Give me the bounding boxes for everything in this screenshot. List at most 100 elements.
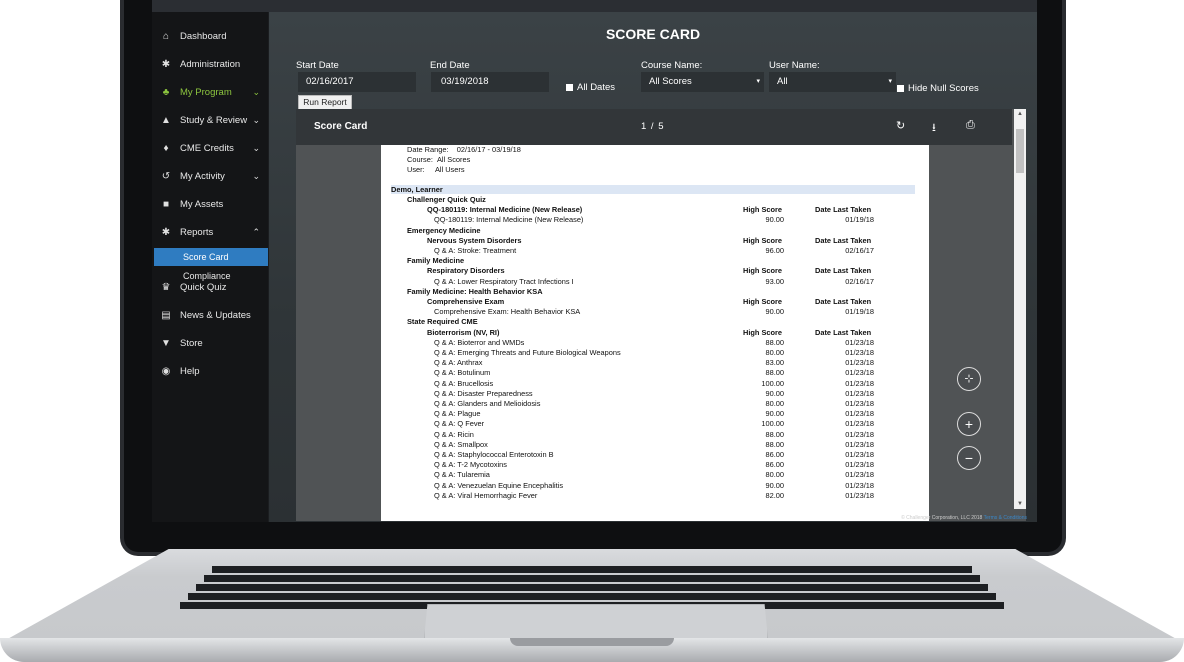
bookmark-icon: ■ (162, 198, 170, 210)
graduation-cap-icon: ▲ (161, 114, 171, 126)
sidebar-item-label: My Program (180, 86, 232, 98)
score-value: 90.00 (765, 388, 785, 398)
score-value: 90.00 (765, 409, 785, 419)
score-value: 90.00 (765, 480, 785, 490)
item-name: Q & A: Tularemia (434, 470, 490, 480)
report-row: Challenger Quick Quiz (381, 195, 929, 205)
sidebar-item-my-activity[interactable]: ↺ My Activity ⌄ (152, 164, 268, 188)
download-icon[interactable]: ⭳ (932, 119, 936, 138)
chevron-down-icon: ⌄ (252, 86, 260, 97)
high-score-header: High Score (743, 205, 783, 215)
report-row: Q & A: Emerging Threats and Future Biolo… (381, 348, 929, 358)
score-value: 80.00 (765, 470, 785, 480)
sidebar-item-dashboard[interactable]: ⌂ Dashboard (152, 24, 268, 48)
report-row: QQ-180119: Internal Medicine (New Releas… (381, 205, 929, 215)
terms-link[interactable]: Terms & Conditions (984, 515, 1027, 521)
home-icon: ⌂ (162, 30, 170, 42)
date-value: 02/16/17 (845, 246, 874, 255)
scroll-up-arrow-icon[interactable]: ▲ (1017, 111, 1023, 117)
report-row: Emergency Medicine (381, 226, 929, 236)
date-range-label: Date Range: (407, 145, 449, 154)
item-name: Q & A: Plague (434, 409, 481, 419)
item-name: Q & A: Glanders and Melioidosis (434, 399, 541, 408)
sidebar-item-my-assets[interactable]: ■ My Assets (152, 192, 268, 216)
section-name: Respiratory Disorders (427, 266, 505, 276)
sidebar-item-label: Help (180, 365, 200, 377)
sidebar-item-study-review[interactable]: ▲ Study & Review ⌄ (152, 108, 268, 132)
item-name: Q & A: Q Fever (434, 419, 485, 429)
zoom-in-button[interactable]: + (957, 412, 981, 436)
life-ring-icon: ◉ (161, 365, 171, 377)
report-row: Family Medicine (381, 256, 929, 266)
main-content: SCORE CARD Start Date 02/16/2017 End Dat… (269, 12, 1037, 522)
refresh-icon[interactable]: ↻ (896, 119, 905, 132)
date-value: 01/23/18 (845, 378, 874, 388)
report-row: Bioterrorism (NV, RI) High Score Date Last… (381, 328, 929, 338)
item-name: Q & A: Anthrax (434, 358, 483, 368)
start-date-input[interactable]: 02/16/2017 (298, 72, 416, 92)
report-row: Q & A: Smallpox 88.00 01/23/18 (381, 440, 929, 450)
hide-null-scores-label: Hide Null Scores (908, 83, 979, 94)
item-name: Q & A: Lower Respiratory Tract Infection… (434, 276, 574, 286)
user-label: User: (407, 165, 425, 174)
scrollbar-thumb[interactable] (1016, 129, 1024, 173)
date-value: 01/19/18 (845, 215, 874, 225)
run-report-button[interactable]: Run Report (298, 95, 352, 110)
trackpad (424, 604, 768, 639)
date-last-taken-header: Date Last Taken (815, 327, 872, 337)
report-page: Date Range: 02/16/17 - 03/19/18 Course: … (381, 145, 929, 521)
report-row: Family Medicine: Health Behavior KSA (381, 287, 929, 297)
report-row: Q & A: Venezuelan Equine Encephalitis 90.… (381, 481, 929, 491)
section-name: Nervous System Disorders (427, 235, 522, 245)
viewer-scrollbar[interactable]: ▲ ▼ (1014, 109, 1026, 509)
high-score-header: High Score (743, 235, 783, 245)
start-date-label: Start Date (296, 60, 339, 71)
course-value: All Scores (437, 155, 471, 164)
sidebar-item-help[interactable]: ◉ Help (152, 359, 268, 383)
report-row: Q & A: Staphylococcal Enterotoxin B 86.00… (381, 450, 929, 460)
report-row: Q & A: Viral Hemorrhagic Fever 82.00 01/23… (381, 491, 929, 501)
fit-page-button[interactable]: ⊹ (957, 367, 981, 391)
scroll-down-arrow-icon[interactable]: ▼ (1017, 501, 1023, 507)
page-title: SCORE CARD (605, 26, 701, 42)
bell-icon: ♦ (163, 142, 169, 154)
program-name: Family Medicine (407, 256, 465, 266)
score-value: 88.00 (765, 337, 785, 347)
sidebar-subitem-score-card[interactable]: Score Card (154, 248, 268, 266)
all-dates-checkbox[interactable]: All Dates (566, 82, 615, 93)
report-row: Q & A: Q Fever 100.00 01/23/18 (381, 419, 929, 429)
user-name-select[interactable]: All ▾ (769, 72, 896, 92)
score-value: 88.00 (765, 368, 785, 378)
checkbox-box (566, 84, 573, 91)
course-name-select[interactable]: All Scores ▾ (641, 72, 764, 92)
learner-name-text: Demo, Learner (391, 185, 443, 194)
keyboard-row (196, 584, 988, 591)
zoom-out-button[interactable]: − (957, 446, 981, 470)
hide-null-scores-checkbox[interactable]: Hide Null Scores (897, 83, 979, 94)
sidebar-item-reports[interactable]: ✱ Reports ⌃ (152, 220, 268, 244)
sidebar-item-news-updates[interactable]: ▤ News & Updates (152, 303, 268, 327)
course-name-label: Course Name: (641, 60, 703, 71)
sidebar-item-store[interactable]: ▼ Store (152, 331, 268, 355)
date-value: 01/23/18 (845, 429, 874, 439)
date-value: 01/23/18 (845, 348, 874, 357)
score-value: 83.00 (765, 358, 785, 368)
sidebar-subitem-compliance[interactable]: Compliance (154, 267, 268, 285)
course-line: Course: All Scores (407, 155, 470, 164)
date-last-taken-header: Date Last Taken (815, 205, 872, 215)
item-name: Q & A: Ricin (434, 429, 474, 439)
report-row: Q & A: Glanders and Melioidosis 80.00 01/2… (381, 399, 929, 409)
page-indicator: 1 / 5 (641, 121, 665, 132)
item-name: Comprehensive Exam: Health Behavior KSA (434, 307, 581, 317)
sidebar-item-my-program[interactable]: ♣ My Program ⌄ (152, 80, 268, 104)
end-date-label: End Date (430, 60, 470, 71)
date-value: 01/19/18 (845, 307, 874, 317)
all-dates-label: All Dates (577, 82, 616, 93)
print-icon[interactable]: ⎙ (966, 119, 975, 132)
sidebar-item-administration[interactable]: ✱ Administration (152, 52, 268, 76)
item-name: Q & A: Staphylococcal Enterotoxin B (434, 450, 554, 459)
report-row: Q & A: Plague 90.00 01/23/18 (381, 409, 929, 419)
date-last-taken-header: Date Last Taken (815, 235, 872, 245)
end-date-input[interactable]: 03/19/2018 (431, 72, 549, 92)
sidebar-item-cme-credits[interactable]: ♦ CME Credits ⌄ (152, 136, 268, 160)
